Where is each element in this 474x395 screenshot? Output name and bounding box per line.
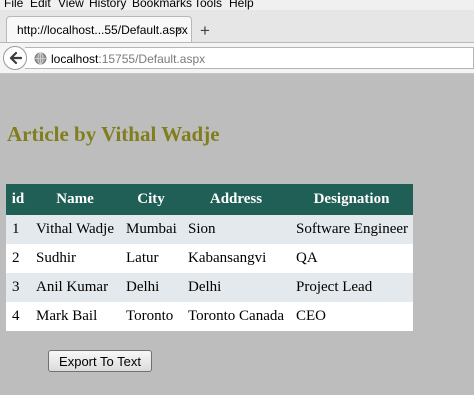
table-header-row: id Name City Address Designation <box>6 184 413 215</box>
cell-city: Mumbai <box>120 215 182 244</box>
cell-id: 3 <box>6 273 30 302</box>
cell-designation: Project Lead <box>290 273 413 302</box>
cell-designation: Software Engineer <box>290 215 413 244</box>
menu-edit[interactable]: Edit <box>30 0 51 10</box>
cell-id: 4 <box>6 302 30 331</box>
new-tab-icon[interactable]: + <box>200 22 210 39</box>
cell-id: 2 <box>6 244 30 273</box>
close-tab-icon[interactable]: × <box>175 22 183 37</box>
globe-icon <box>34 52 47 65</box>
back-arrow-icon <box>9 51 22 65</box>
cell-city: Delhi <box>120 273 182 302</box>
navigation-bar: localhost:15755/Default.aspx <box>0 43 474 74</box>
cell-name: Vithal Wadje <box>30 215 120 244</box>
cell-designation: CEO <box>290 302 413 331</box>
cell-city: Latur <box>120 244 182 273</box>
url-path: :15755/Default.aspx <box>98 52 206 66</box>
cell-name: Anil Kumar <box>30 273 120 302</box>
cell-city: Toronto <box>120 302 182 331</box>
cell-name: Mark Bail <box>30 302 120 331</box>
column-header-address: Address <box>182 184 290 215</box>
cell-address: Sion <box>182 215 290 244</box>
menu-history[interactable]: History <box>89 0 126 10</box>
menu-bar: File Edit View History Bookmarks Tools H… <box>0 0 474 10</box>
table-row: 3 Anil Kumar Delhi Delhi Project Lead <box>6 273 413 302</box>
address-bar[interactable]: localhost:15755/Default.aspx <box>25 47 474 69</box>
url-text: localhost:15755/Default.aspx <box>51 52 205 66</box>
tab-strip: http://localhost...55/Default.aspx × + <box>0 10 474 43</box>
employee-table: id Name City Address Designation 1 Vitha… <box>6 184 413 331</box>
browser-tab[interactable]: http://localhost...55/Default.aspx × <box>6 16 192 42</box>
tab-title: http://localhost...55/Default.aspx <box>17 23 188 37</box>
cell-id: 1 <box>6 215 30 244</box>
cell-designation: QA <box>290 244 413 273</box>
menu-tools[interactable]: Tools <box>194 0 222 10</box>
table-row: 1 Vithal Wadje Mumbai Sion Software Engi… <box>6 215 413 244</box>
column-header-city: City <box>120 184 182 215</box>
cell-name: Sudhir <box>30 244 120 273</box>
export-to-text-button[interactable]: Export To Text <box>48 350 152 372</box>
column-header-name: Name <box>30 184 120 215</box>
table-row: 4 Mark Bail Toronto Toronto Canada CEO <box>6 302 413 331</box>
cell-address: Kabansangvi <box>182 244 290 273</box>
url-host: localhost <box>51 52 99 66</box>
column-header-id: id <box>6 184 30 215</box>
back-button[interactable] <box>3 46 27 70</box>
menu-view[interactable]: View <box>58 0 84 10</box>
table-row: 2 Sudhir Latur Kabansangvi QA <box>6 244 413 273</box>
menu-bookmarks[interactable]: Bookmarks <box>132 0 192 10</box>
menu-help[interactable]: Help <box>229 0 254 10</box>
menu-file[interactable]: File <box>4 0 23 10</box>
cell-address: Delhi <box>182 273 290 302</box>
page-heading: Article by Vithal Wadje <box>7 122 220 146</box>
cell-address: Toronto Canada <box>182 302 290 331</box>
column-header-designation: Designation <box>290 184 413 215</box>
